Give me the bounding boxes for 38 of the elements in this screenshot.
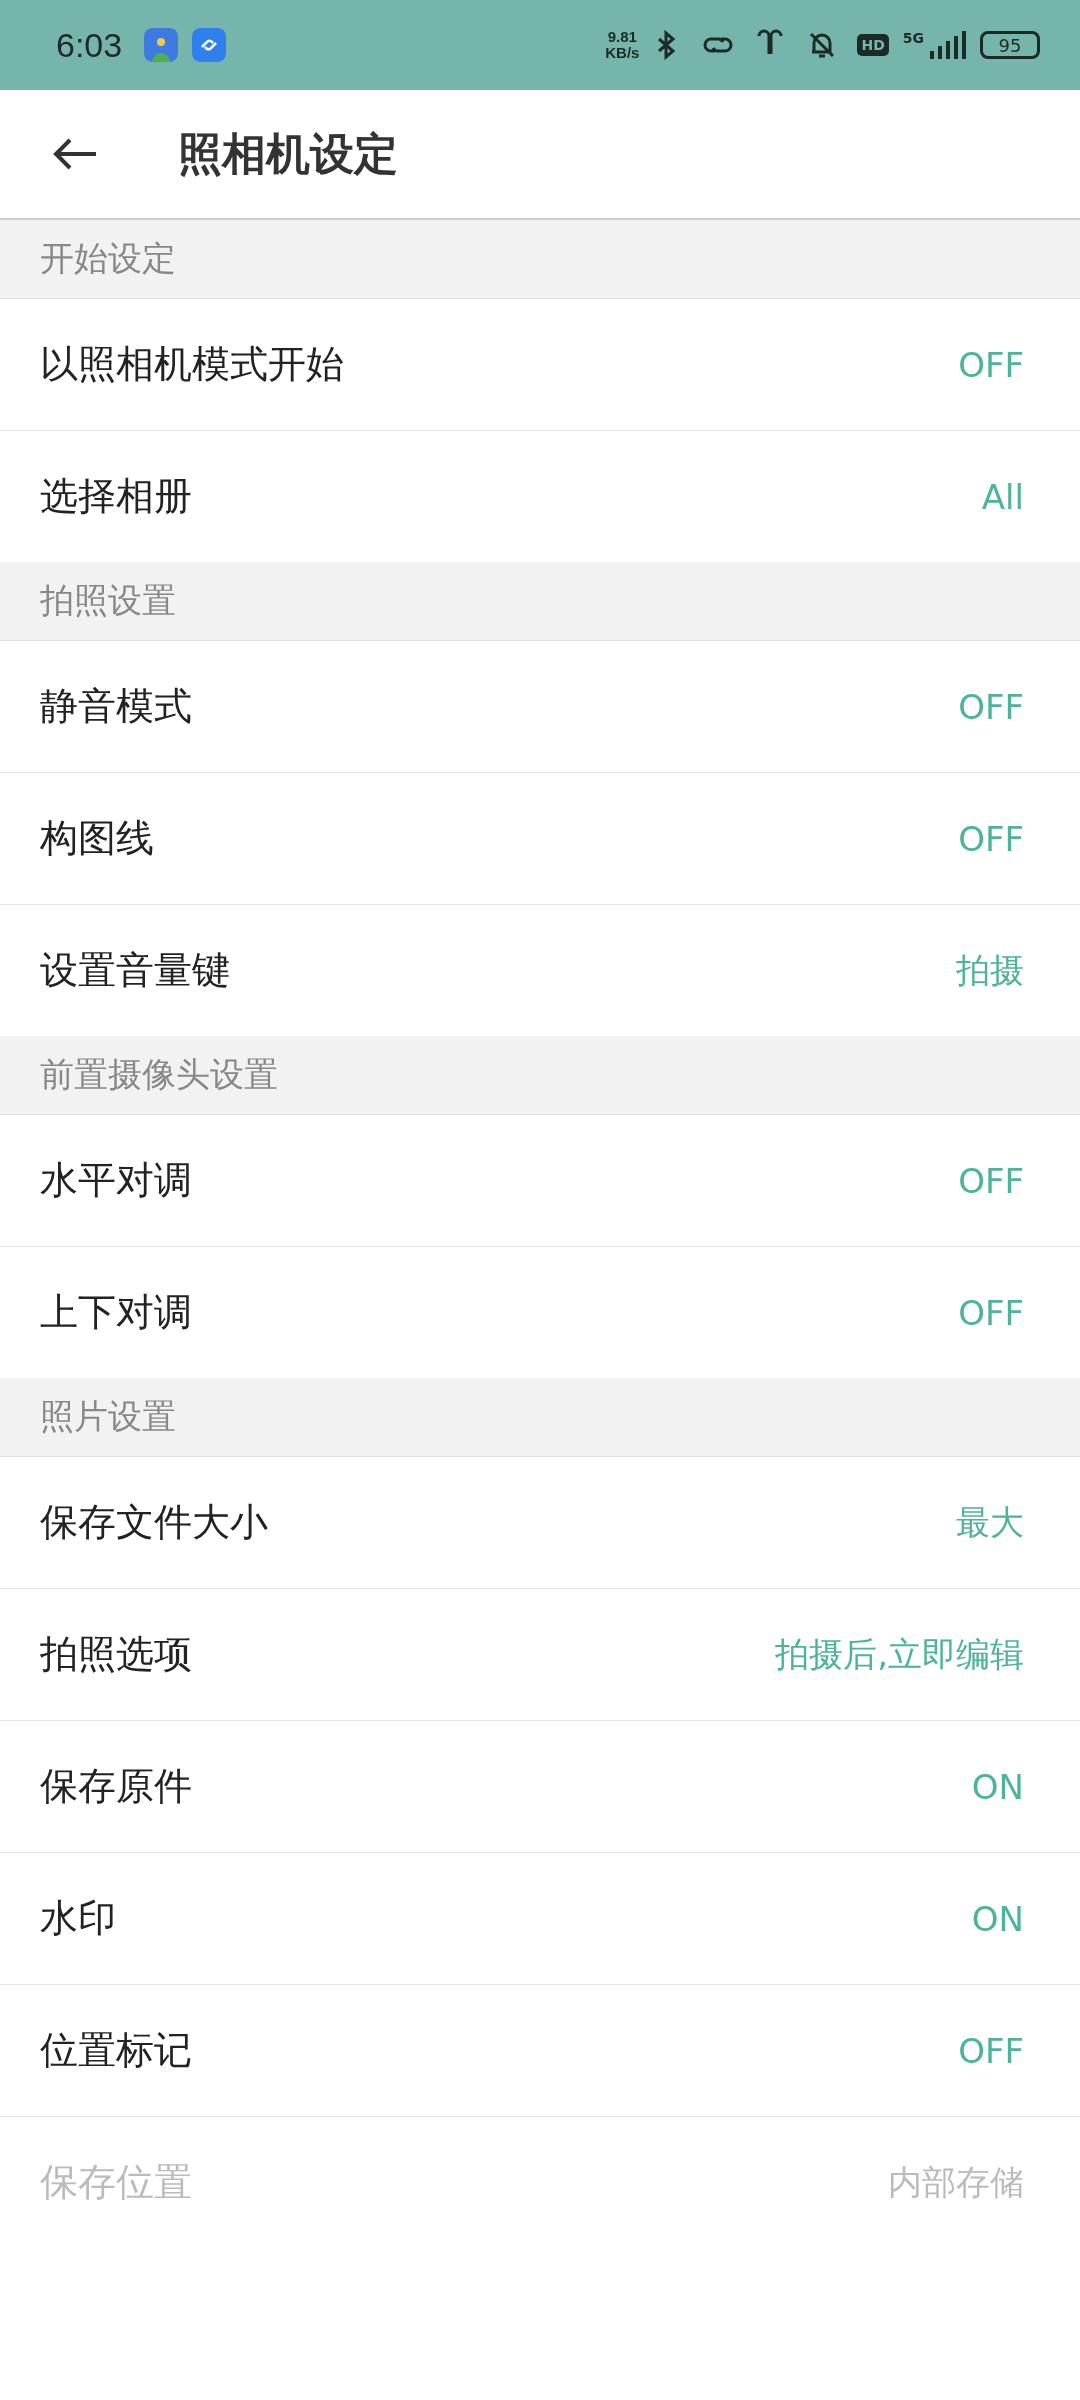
section-header: 照片设置 bbox=[0, 1378, 1080, 1457]
section-header: 前置摄像头设置 bbox=[0, 1036, 1080, 1115]
setting-value: OFF bbox=[958, 344, 1024, 385]
setting-label[interactable]: 位置标记 bbox=[40, 2025, 192, 2076]
setting-label: 保存位置 bbox=[40, 2159, 192, 2206]
section-header: 拍照设置 bbox=[0, 562, 1080, 641]
setting-value: 最大 bbox=[956, 1500, 1024, 1544]
setting-value: 拍摄 bbox=[956, 948, 1024, 992]
hd-badge: HD bbox=[857, 34, 889, 56]
network-speed: 9.81 KB/s bbox=[605, 29, 640, 61]
setting-label[interactable]: 拍照选项 bbox=[40, 1629, 192, 1680]
link-icon bbox=[192, 28, 227, 62]
battery-indicator: 95 bbox=[980, 31, 1040, 59]
setting-label[interactable]: 保存文件大小 bbox=[40, 1497, 268, 1548]
setting-label[interactable]: 静音模式 bbox=[40, 681, 192, 732]
setting-label[interactable]: 以照相机模式开始 bbox=[40, 339, 344, 390]
setting-label[interactable]: 设置音量键 bbox=[40, 945, 230, 996]
clock: 6:03 bbox=[56, 25, 123, 65]
section-header: 开始设定 bbox=[0, 220, 1080, 299]
setting-value: OFF bbox=[958, 1160, 1024, 1201]
setting-label[interactable]: 选择相册 bbox=[40, 471, 192, 522]
setting-value: 内部存储 bbox=[888, 2160, 1024, 2204]
setting-label[interactable]: 保存原件 bbox=[40, 1761, 192, 1812]
setting-label[interactable]: 水平对调 bbox=[40, 1155, 192, 1206]
setting-value: ON bbox=[971, 1898, 1024, 1939]
setting-value: OFF bbox=[958, 818, 1024, 859]
setting-value: ON bbox=[971, 1766, 1024, 1807]
setting-label[interactable]: 上下对调 bbox=[40, 1287, 192, 1338]
setting-value: OFF bbox=[958, 1292, 1024, 1333]
setting-value: 拍摄后,立即编辑 bbox=[775, 1632, 1024, 1676]
page-title: 照相机设定 bbox=[178, 126, 398, 181]
setting-label[interactable]: 构图线 bbox=[40, 813, 154, 864]
setting-value: OFF bbox=[958, 686, 1024, 727]
setting-value: OFF bbox=[958, 2030, 1024, 2071]
setting-label[interactable]: 水印 bbox=[40, 1893, 116, 1944]
setting-value: All bbox=[981, 476, 1024, 517]
app-icon bbox=[144, 28, 179, 62]
network-type: 5G bbox=[902, 30, 924, 46]
